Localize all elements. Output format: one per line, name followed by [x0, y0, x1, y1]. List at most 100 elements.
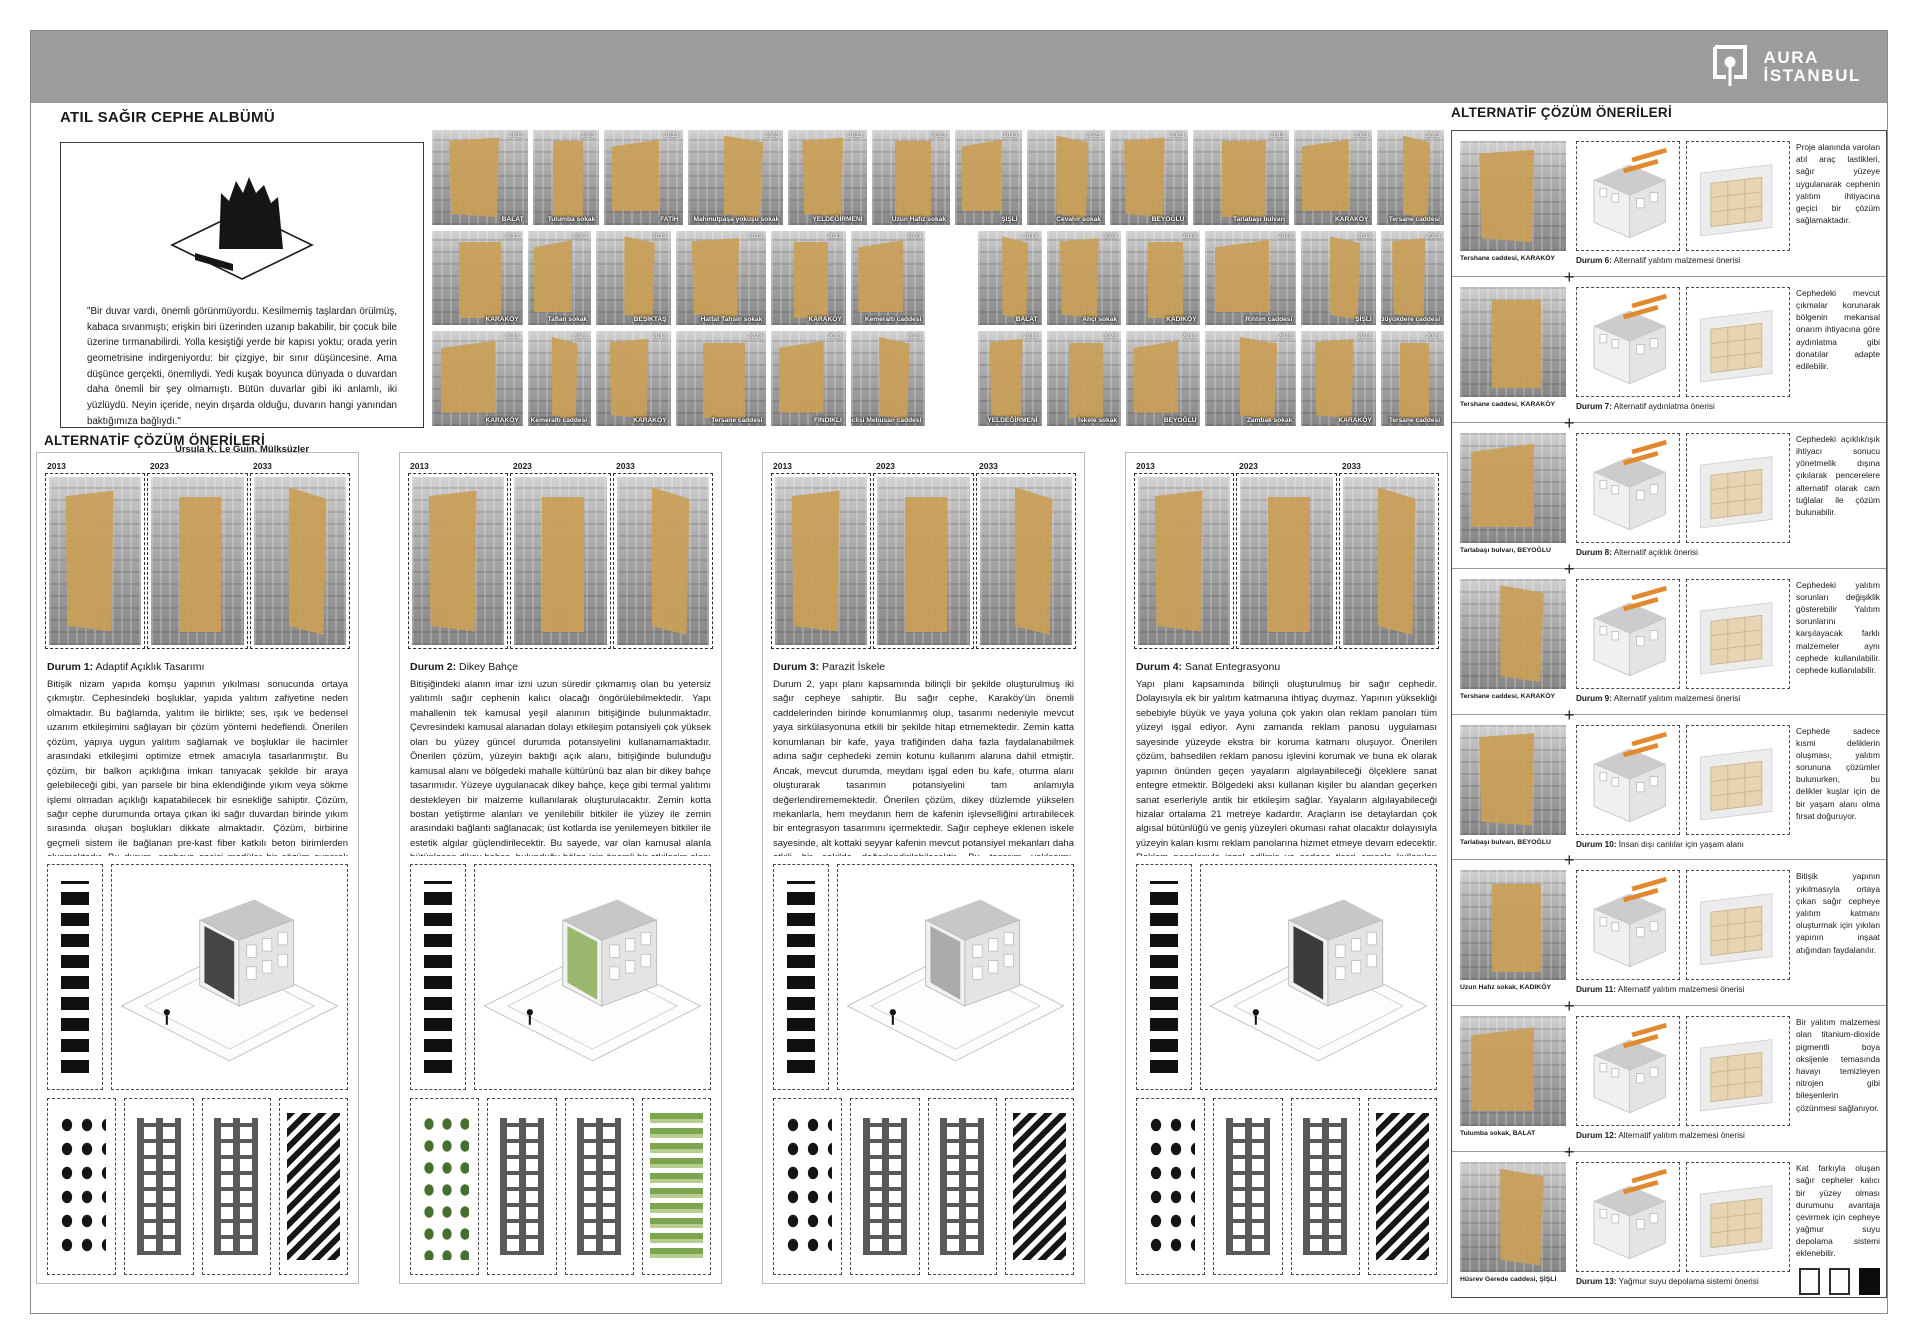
- solution-caption-label: Durum 7:: [1576, 402, 1612, 411]
- solution-note: Cephedeki açıklık/ışık ihtiyacı sonucu y…: [1796, 433, 1880, 564]
- solution-note: Bir yalıtım malzemesi olan titanium-diox…: [1796, 1016, 1880, 1147]
- photo-year-label: 2023: [1278, 233, 1292, 240]
- photo-year-label: 2013: [1023, 233, 1037, 240]
- case-diagram-area: [47, 864, 348, 1275]
- solution-diagram-block: Durum 9: Alternatif yalıtım malzemesi ön…: [1576, 579, 1790, 710]
- solution-diagram-result: [1686, 433, 1790, 543]
- photo-caption: YELDEĞİRMENİ: [987, 417, 1037, 424]
- photo-year-label: 2013: [509, 132, 523, 139]
- diagram-pattern-box: [773, 1098, 842, 1275]
- isometric-wall-icon: [61, 165, 423, 292]
- case-diagram-area: [410, 864, 711, 1275]
- photo-year-label: 2023: [748, 333, 762, 340]
- solution-diagram-row: [1576, 1016, 1790, 1126]
- photo-year-label: 2023: [1426, 132, 1440, 139]
- solution-diagram-proposal: [1576, 287, 1680, 397]
- solution-photo: [1460, 725, 1566, 835]
- album-photo-tile: 2013 BALAT: [978, 231, 1041, 326]
- diagram-elevation-box: [1213, 1098, 1282, 1275]
- solution-caption-title: Alternatif yalıtım malzemesi önerisi: [1618, 985, 1745, 994]
- solution-caption: Durum 9: Alternatif yalıtım malzemesi ön…: [1576, 694, 1790, 703]
- case-title: Durum 3: Parazit İskele: [773, 661, 1074, 673]
- album-photo-tile: 2013 KARAKÖY: [771, 231, 845, 326]
- photo-caption: FINDIKLI: [814, 417, 842, 424]
- case-photo-2033: [980, 477, 1072, 645]
- album-photo-tile: 2013 ŞİŞLİ: [1301, 231, 1375, 326]
- diagram-texture-box: [1368, 1098, 1437, 1275]
- solution-caption-title: Alternatif yalıtım malzemesi önerisi: [1614, 694, 1741, 703]
- solution-caption: Durum 10: İnsan dışı canlılar için yaşam…: [1576, 840, 1790, 849]
- case-photo-2023: [877, 477, 969, 645]
- solution-photo: [1460, 1016, 1566, 1126]
- solution-caption: Durum 11: Alternatif yalıtım malzemesi ö…: [1576, 985, 1790, 994]
- page-indicator-square: [1829, 1268, 1850, 1295]
- case-year-label: 2033: [1342, 461, 1437, 471]
- case-diagram-bottom-row: [410, 1098, 711, 1275]
- photo-year-label: 2023: [573, 333, 587, 340]
- case-photo-row: [775, 477, 1072, 645]
- photo-caption: Meclisi Mebusan caddesi: [851, 417, 921, 424]
- solution-photo: [1460, 287, 1566, 397]
- case-photo-2013: [412, 477, 504, 645]
- solution-diagram-proposal: [1576, 725, 1680, 835]
- case-label: Durum 1:: [47, 661, 93, 673]
- case-title: Durum 1: Adaptif Açıklık Tasarımı: [47, 661, 348, 673]
- album-photo-tile: 2023 Cevahir sokak: [1027, 130, 1105, 225]
- case-study-column: 2013 2023 2033 Durum 1: Adaptif Açıklık …: [36, 452, 359, 1284]
- photo-year-label: 2013: [1357, 333, 1371, 340]
- case-label: Durum 3:: [773, 661, 819, 673]
- solution-photo-block: Tarlabaşı bulvarı, BEYOĞLU: [1460, 725, 1566, 856]
- case-year-label: 2013: [1136, 461, 1231, 471]
- solution-diagram-row: [1576, 870, 1790, 980]
- photo-caption: Uzun Hafız sokak: [892, 216, 946, 223]
- solution-diagram-proposal: [1576, 1162, 1680, 1272]
- photo-year-label: 2013: [827, 233, 841, 240]
- diagram-isometric-view: [837, 864, 1074, 1090]
- photo-year-label: 2013: [1354, 132, 1368, 139]
- photo-caption: BALAT: [502, 216, 524, 223]
- album-photo-tile: 2023 Rıhtım caddesi: [1205, 231, 1296, 326]
- album-photo-tile: 2023 Ahçı sokak: [1047, 231, 1121, 326]
- crosshair-mark: +: [1564, 413, 1575, 434]
- case-name: Dikey Bahçe: [459, 661, 518, 673]
- case-diagram-top-row: [410, 864, 711, 1090]
- solution-caption-title: Alternatif yalıtım malzemesi önerisi: [1618, 1131, 1745, 1140]
- solution-note: Cephede sadece kısmi deliklerin oluşması…: [1796, 725, 1880, 856]
- solution-diagram-proposal: [1576, 141, 1680, 251]
- album-photo-tile: 2013 KARAKÖY: [1294, 130, 1372, 225]
- page-indicator-square: [1799, 1268, 1820, 1295]
- photo-caption: BEYOĞLU: [1164, 417, 1197, 424]
- case-label: Durum 2:: [410, 661, 456, 673]
- photo-caption: KARAKÖY: [809, 316, 842, 323]
- solution-photo-caption: Tershane caddesi, KARAKÖY: [1460, 401, 1566, 408]
- crosshair-mark: +: [1564, 705, 1575, 726]
- solution-note: Cephedeki yalıtım sorunları değişiklik g…: [1796, 579, 1880, 710]
- solution-caption-title: Yağmur suyu depolama sistemi önerisi: [1619, 1277, 1759, 1286]
- case-years-row: 2013 2023 2033: [1136, 461, 1437, 471]
- photo-year-label: 2013: [664, 132, 678, 139]
- case-year-label: 2013: [47, 461, 142, 471]
- solution-caption-label: Durum 8:: [1576, 548, 1612, 557]
- diagram-pattern-box: [47, 1098, 116, 1275]
- solution-row: + Tershane caddesi, KARAKÖY: [1452, 568, 1886, 714]
- photo-caption: Tersane caddesi: [711, 417, 762, 424]
- solution-caption-label: Durum 13:: [1576, 1277, 1617, 1286]
- album-photo-tile: 2023 Tersane caddesi: [1377, 130, 1444, 225]
- solution-note: Bitişik yapının yıkılmasıyla ortaya çıka…: [1796, 870, 1880, 1001]
- case-photo-2013: [1138, 477, 1230, 645]
- quote-panel: "Bir duvar vardı, önemli görünmüyordu. K…: [60, 142, 424, 428]
- solution-photo-caption: Tershane caddesi, KARAKÖY: [1460, 255, 1566, 262]
- diagram-texture-box: [279, 1098, 348, 1275]
- case-name: Adaptif Açıklık Tasarımı: [95, 661, 204, 673]
- case-name: Parazit İskele: [822, 661, 885, 673]
- crosshair-mark: +: [1564, 267, 1575, 288]
- header-bar: AURA İSTANBUL: [31, 31, 1887, 103]
- solution-caption-title: Alternatif aydınlatma önerisi: [1614, 402, 1715, 411]
- photo-year-label: 2023: [1103, 233, 1117, 240]
- photo-caption: Taflan sokak: [548, 316, 587, 323]
- solution-row: + Tarlabaşı bulvarı, BEYOĞLU: [1452, 422, 1886, 568]
- brand-line-1: AURA: [1764, 49, 1861, 67]
- cases-section-title: ALTERNATİF ÇÖZÜM ÖNERİLERİ: [44, 433, 265, 448]
- solution-diagram-block: Durum 11: Alternatif yalıtım malzemesi ö…: [1576, 870, 1790, 1001]
- diagram-detail-strip: [773, 864, 829, 1090]
